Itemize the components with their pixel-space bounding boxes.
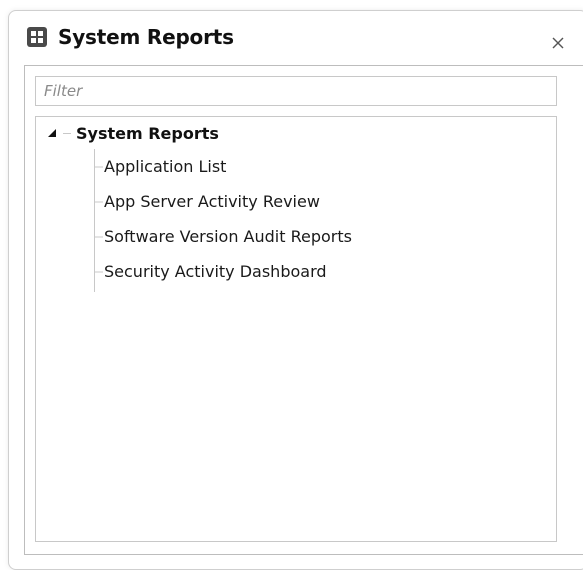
system-reports-dialog: System Reports Filter System Reports App… <box>8 10 583 570</box>
collapse-triangle-icon <box>48 129 56 137</box>
title-bar: System Reports <box>9 11 583 67</box>
close-icon <box>552 37 564 49</box>
reports-panel: System Reports Application List App Serv… <box>24 65 583 555</box>
tree-item-label: App Server Activity Review <box>104 192 320 211</box>
dialog-title: System Reports <box>58 25 234 49</box>
tree-item-security-activity-dashboard[interactable]: Security Activity Dashboard <box>94 257 534 287</box>
tree-item-label: Software Version Audit Reports <box>104 227 352 246</box>
tree-item-app-server-activity-review[interactable]: App Server Activity Review <box>94 187 534 217</box>
tree-root-label: System Reports <box>76 124 219 143</box>
reports-tree: System Reports Application List App Serv… <box>35 116 557 542</box>
tree-item-software-version-audit-reports[interactable]: Software Version Audit Reports <box>94 222 534 252</box>
grid-report-icon <box>27 27 47 47</box>
close-button[interactable] <box>547 31 571 55</box>
filter-input[interactable] <box>35 76 557 106</box>
tree-item-label: Application List <box>104 157 227 176</box>
tree-item-application-list[interactable]: Application List <box>94 152 534 182</box>
expand-toggle[interactable] <box>46 125 68 141</box>
tree-root-system-reports[interactable]: System Reports <box>36 117 556 149</box>
tree-item-label: Security Activity Dashboard <box>104 262 327 281</box>
